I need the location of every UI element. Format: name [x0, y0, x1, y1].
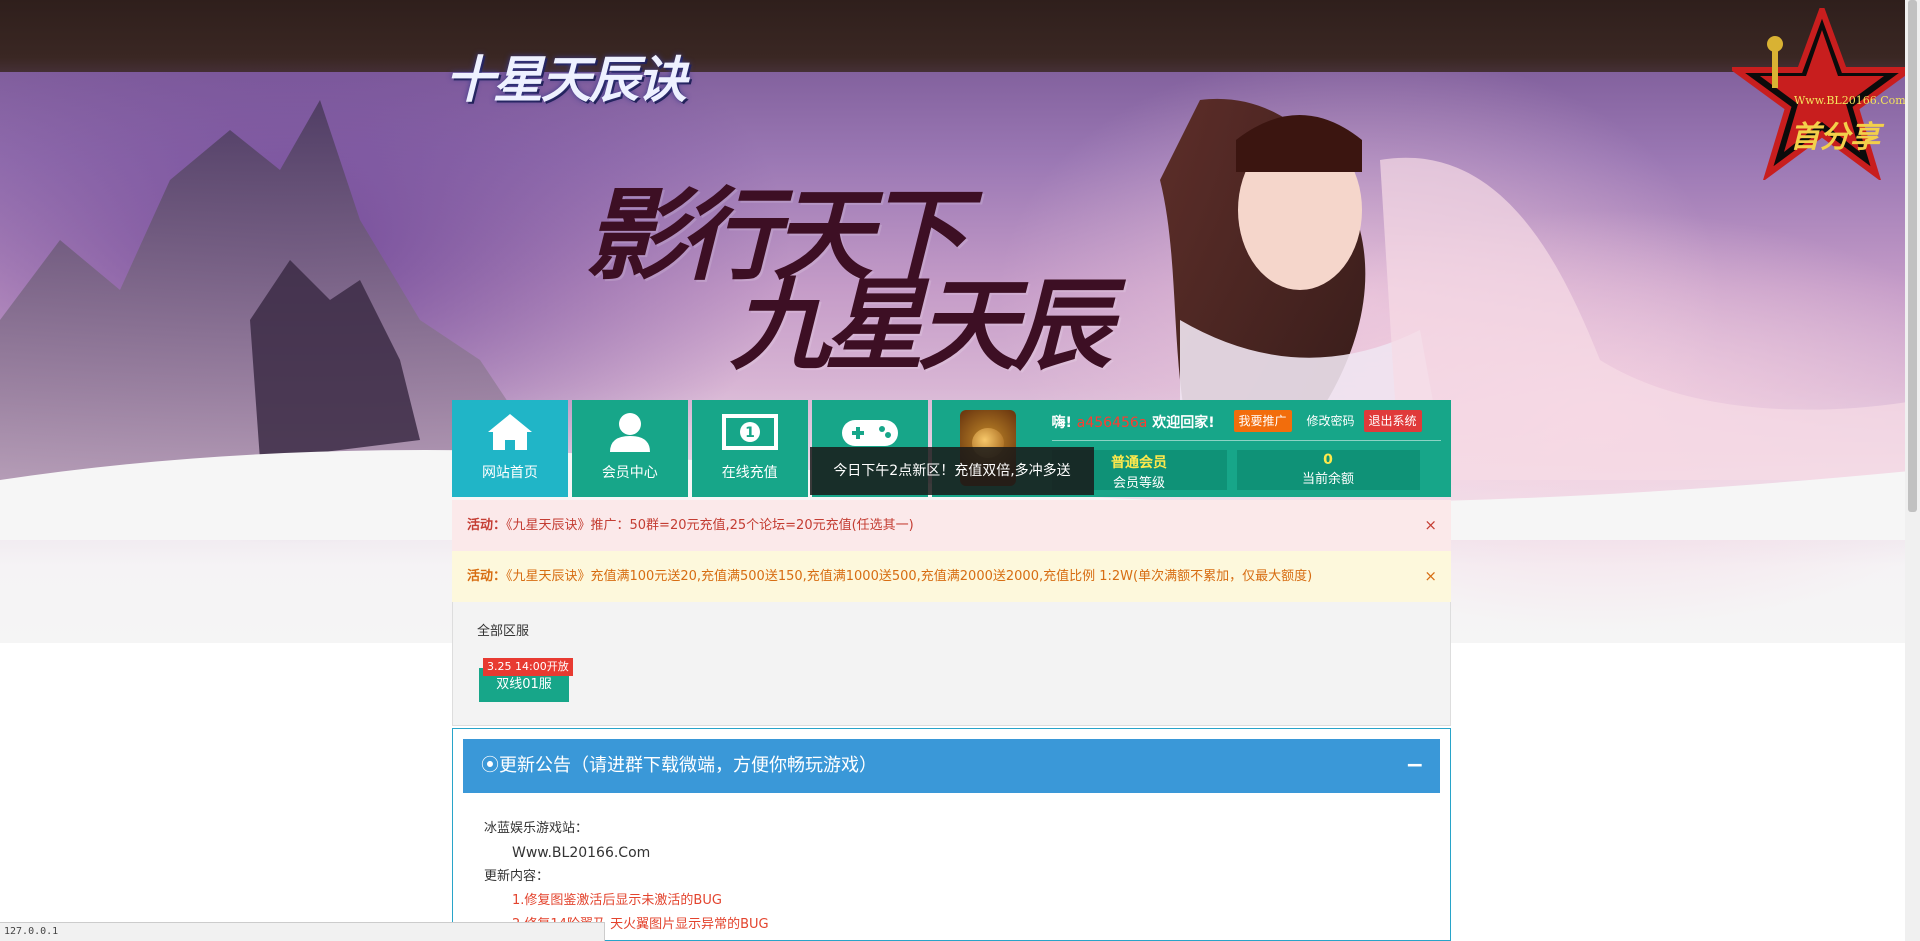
scrollbar-thumb[interactable]: [1908, 0, 1917, 512]
notice-tag: 活动：: [467, 569, 507, 584]
browser-status-bar: 127.0.0.1: [0, 922, 605, 941]
activity-notice: 活动：《九星天辰诀》充值满100元送20,充值满500送150,充值满1000送…: [452, 551, 1451, 602]
collapse-icon[interactable]: −: [1406, 739, 1424, 793]
home-icon: [488, 414, 532, 450]
user-icon: [609, 413, 650, 452]
badge-url: Www.BL20166.Com: [1794, 94, 1906, 107]
divider: [1051, 440, 1441, 441]
notice-text: 《九星天辰诀》推广：50群=20元充值,25个论坛=20元充值(任选其一): [506, 518, 914, 533]
server-list-title: 全部区服: [477, 624, 530, 639]
announcement-title: ⦿更新公告（请进群下载微端，方便你畅玩游戏）: [481, 755, 877, 776]
game-logo[interactable]: 十星天辰诀: [445, 40, 687, 112]
scrollbar[interactable]: [1905, 0, 1920, 941]
badge-name: 首分享: [1790, 120, 1880, 155]
notice-text: 《九星天辰诀》充值满100元送20,充值满500送150,充值满1000送500…: [506, 569, 1313, 584]
greeting-welcome: 欢迎回家!: [1152, 415, 1215, 431]
update-label: 更新内容：: [484, 869, 550, 884]
site-label: 冰蓝娱乐游戏站：: [484, 821, 589, 836]
notice-tag: 活动：: [467, 518, 507, 533]
slogan: 影行天下 九星天辰: [585, 185, 1112, 384]
server-list: 全部区服 双线01服 3.25 14:00开放: [452, 602, 1451, 726]
update-item: 1.修复图鉴激活后显示未激活的BUG: [512, 893, 722, 908]
nav-member-center-label: 会员中心: [601, 465, 658, 481]
nav-recharge-label: 在线充值: [721, 465, 778, 481]
nav-tooltip: 今日下午2点新区！充值双倍,多冲多送: [810, 447, 1094, 495]
user-greeting: 嗨! a456456a 欢迎回家!: [1052, 412, 1215, 432]
promote-button[interactable]: 我要推广: [1233, 410, 1292, 432]
announcement-body: 冰蓝娱乐游戏站： Www.BL20166.Com 更新内容： 1.修复图鉴激活后…: [484, 817, 769, 937]
svg-text:1: 1: [745, 425, 755, 441]
change-password-button[interactable]: 修改密码: [1302, 410, 1360, 432]
slogan-line-2: 九星天辰: [730, 266, 1112, 384]
nav-home[interactable]: 网站首页: [452, 400, 568, 497]
money-icon: 1: [721, 414, 778, 450]
nav-recharge[interactable]: 1 在线充值: [691, 400, 808, 497]
close-icon[interactable]: ×: [1424, 551, 1437, 602]
announcement-header[interactable]: ⦿更新公告（请进群下载微端，方便你畅玩游戏） −: [463, 739, 1440, 793]
username: a456456a: [1076, 415, 1148, 431]
balance-label: 当前余额: [1301, 472, 1354, 487]
server-open-tag: 3.25 14:00开放: [483, 658, 573, 676]
site-badge: Www.BL20166.Com 首分享: [1726, 1, 1918, 182]
greeting-hi: 嗨!: [1051, 415, 1072, 431]
gamepad-icon: [841, 420, 898, 446]
top-bar: [0, 0, 1920, 72]
activity-notice: 活动：《九星天辰诀》推广：50群=20元充值,25个论坛=20元充值(任选其一)…: [452, 500, 1451, 551]
site-url: Www.BL20166.Com: [512, 845, 651, 861]
close-icon[interactable]: ×: [1424, 500, 1437, 551]
balance-value: 0: [1323, 452, 1333, 468]
nav-home-label: 网站首页: [481, 465, 538, 481]
logout-button[interactable]: 退出系统: [1363, 410, 1422, 432]
announcement-panel: ⦿更新公告（请进群下载微端，方便你畅玩游戏） − 冰蓝娱乐游戏站： Www.BL…: [452, 728, 1451, 941]
nav-member-center[interactable]: 会员中心: [571, 400, 688, 497]
balance: 0 当前余额: [1236, 450, 1420, 490]
